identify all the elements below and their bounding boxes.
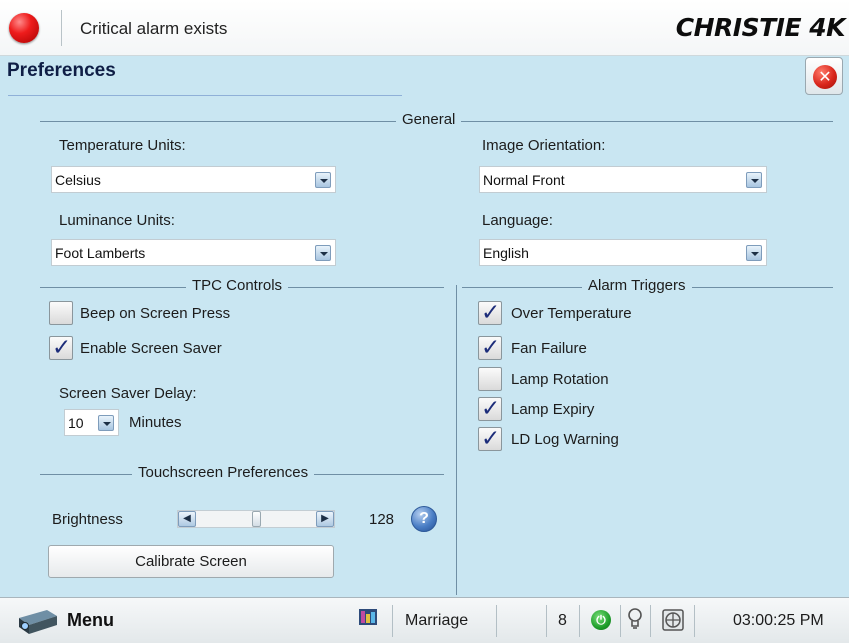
chevron-down-icon[interactable] bbox=[98, 415, 114, 431]
top-status-bar: Critical alarm exists CHRISTIE 4K bbox=[0, 0, 849, 56]
screen-saver-delay-value: 10 bbox=[68, 415, 84, 431]
section-divider bbox=[456, 285, 457, 595]
screen-saver-label[interactable]: Enable Screen Saver bbox=[80, 340, 222, 357]
lamp-rotation-label[interactable]: Lamp Rotation bbox=[511, 371, 609, 388]
lamp-expiry-checkbox[interactable]: ✓ bbox=[478, 396, 502, 422]
divider bbox=[694, 605, 695, 637]
help-icon[interactable]: ? bbox=[411, 506, 437, 532]
screen-saver-delay-select[interactable]: 10 bbox=[64, 409, 119, 436]
brightness-label: Brightness bbox=[52, 511, 123, 528]
checkmark-icon: ✓ bbox=[481, 300, 501, 326]
close-button[interactable]: ✕ bbox=[805, 57, 843, 95]
divider bbox=[392, 605, 393, 637]
divider bbox=[579, 605, 580, 637]
minutes-label: Minutes bbox=[129, 414, 182, 431]
chevron-down-icon[interactable] bbox=[746, 172, 762, 188]
temperature-units-select[interactable]: Celsius bbox=[51, 166, 336, 193]
christie-logo: CHRISTIE 4K bbox=[675, 13, 846, 42]
divider bbox=[61, 10, 62, 46]
ld-log-warning-checkbox[interactable]: ✓ bbox=[478, 426, 502, 452]
divider bbox=[546, 605, 547, 637]
lamp-icon[interactable] bbox=[627, 607, 643, 631]
clock-time: 03:00:25 PM bbox=[733, 612, 824, 629]
close-icon: ✕ bbox=[813, 65, 837, 89]
luminance-units-value: Foot Lamberts bbox=[55, 245, 146, 261]
temperature-units-label: Temperature Units: bbox=[59, 137, 186, 154]
channel-icon[interactable] bbox=[358, 608, 378, 626]
checkmark-icon: ✓ bbox=[481, 426, 501, 452]
page-title: Preferences bbox=[7, 60, 116, 81]
tpc-controls-group-label: TPC Controls bbox=[186, 277, 289, 294]
channel-number[interactable]: 8 bbox=[558, 612, 567, 630]
divider bbox=[620, 605, 621, 637]
image-orientation-label: Image Orientation: bbox=[482, 137, 606, 154]
image-orientation-select[interactable]: Normal Front bbox=[479, 166, 767, 193]
language-label: Language: bbox=[482, 212, 553, 229]
beep-checkbox[interactable] bbox=[49, 301, 73, 325]
alarm-triggers-group-label: Alarm Triggers bbox=[582, 277, 692, 294]
general-group-label: General bbox=[396, 111, 462, 128]
ld-log-warning-label[interactable]: LD Log Warning bbox=[511, 431, 619, 448]
chevron-right-icon[interactable]: ▶ bbox=[316, 511, 334, 527]
chevron-down-icon[interactable] bbox=[315, 245, 331, 261]
beep-label[interactable]: Beep on Screen Press bbox=[80, 305, 230, 322]
bottom-taskbar: Menu Marriage 8 ⏻ 03:00:25 PM bbox=[0, 597, 849, 643]
lamp-expiry-label[interactable]: Lamp Expiry bbox=[511, 401, 594, 418]
chevron-down-icon[interactable] bbox=[315, 172, 331, 188]
brightness-slider[interactable]: ◀ ▶ bbox=[177, 510, 335, 528]
screen-saver-delay-label: Screen Saver Delay: bbox=[59, 385, 197, 402]
channel-name[interactable]: Marriage bbox=[405, 612, 468, 630]
checkmark-icon: ✓ bbox=[52, 335, 72, 361]
alarm-status-icon[interactable] bbox=[9, 13, 39, 43]
checkmark-icon: ✓ bbox=[481, 335, 501, 361]
slider-thumb[interactable] bbox=[252, 511, 261, 527]
title-underline bbox=[8, 95, 402, 96]
touchscreen-group-label: Touchscreen Preferences bbox=[132, 464, 315, 481]
language-select[interactable]: English bbox=[479, 239, 767, 266]
fan-icon[interactable] bbox=[660, 607, 686, 633]
chevron-left-icon[interactable]: ◀ bbox=[178, 511, 196, 527]
projector-icon[interactable] bbox=[17, 606, 59, 636]
luminance-units-label: Luminance Units: bbox=[59, 212, 175, 229]
over-temperature-label[interactable]: Over Temperature bbox=[511, 305, 632, 322]
temperature-units-value: Celsius bbox=[55, 172, 101, 188]
alarm-message[interactable]: Critical alarm exists bbox=[80, 19, 227, 39]
power-icon[interactable]: ⏻ bbox=[591, 610, 611, 630]
menu-button[interactable]: Menu bbox=[67, 610, 114, 631]
luminance-units-select[interactable]: Foot Lamberts bbox=[51, 239, 336, 266]
brightness-value: 128 bbox=[369, 511, 395, 528]
lamp-rotation-checkbox[interactable] bbox=[478, 367, 502, 391]
fan-failure-checkbox[interactable]: ✓ bbox=[478, 335, 502, 361]
chevron-down-icon[interactable] bbox=[746, 245, 762, 261]
screen-saver-checkbox[interactable]: ✓ bbox=[49, 335, 73, 361]
calibrate-screen-button[interactable]: Calibrate Screen bbox=[48, 545, 334, 578]
over-temperature-checkbox[interactable]: ✓ bbox=[478, 300, 502, 326]
checkmark-icon: ✓ bbox=[481, 396, 501, 422]
language-value: English bbox=[483, 245, 529, 261]
fan-failure-label[interactable]: Fan Failure bbox=[511, 340, 587, 357]
divider bbox=[496, 605, 497, 637]
divider bbox=[650, 605, 651, 637]
image-orientation-value: Normal Front bbox=[483, 172, 565, 188]
